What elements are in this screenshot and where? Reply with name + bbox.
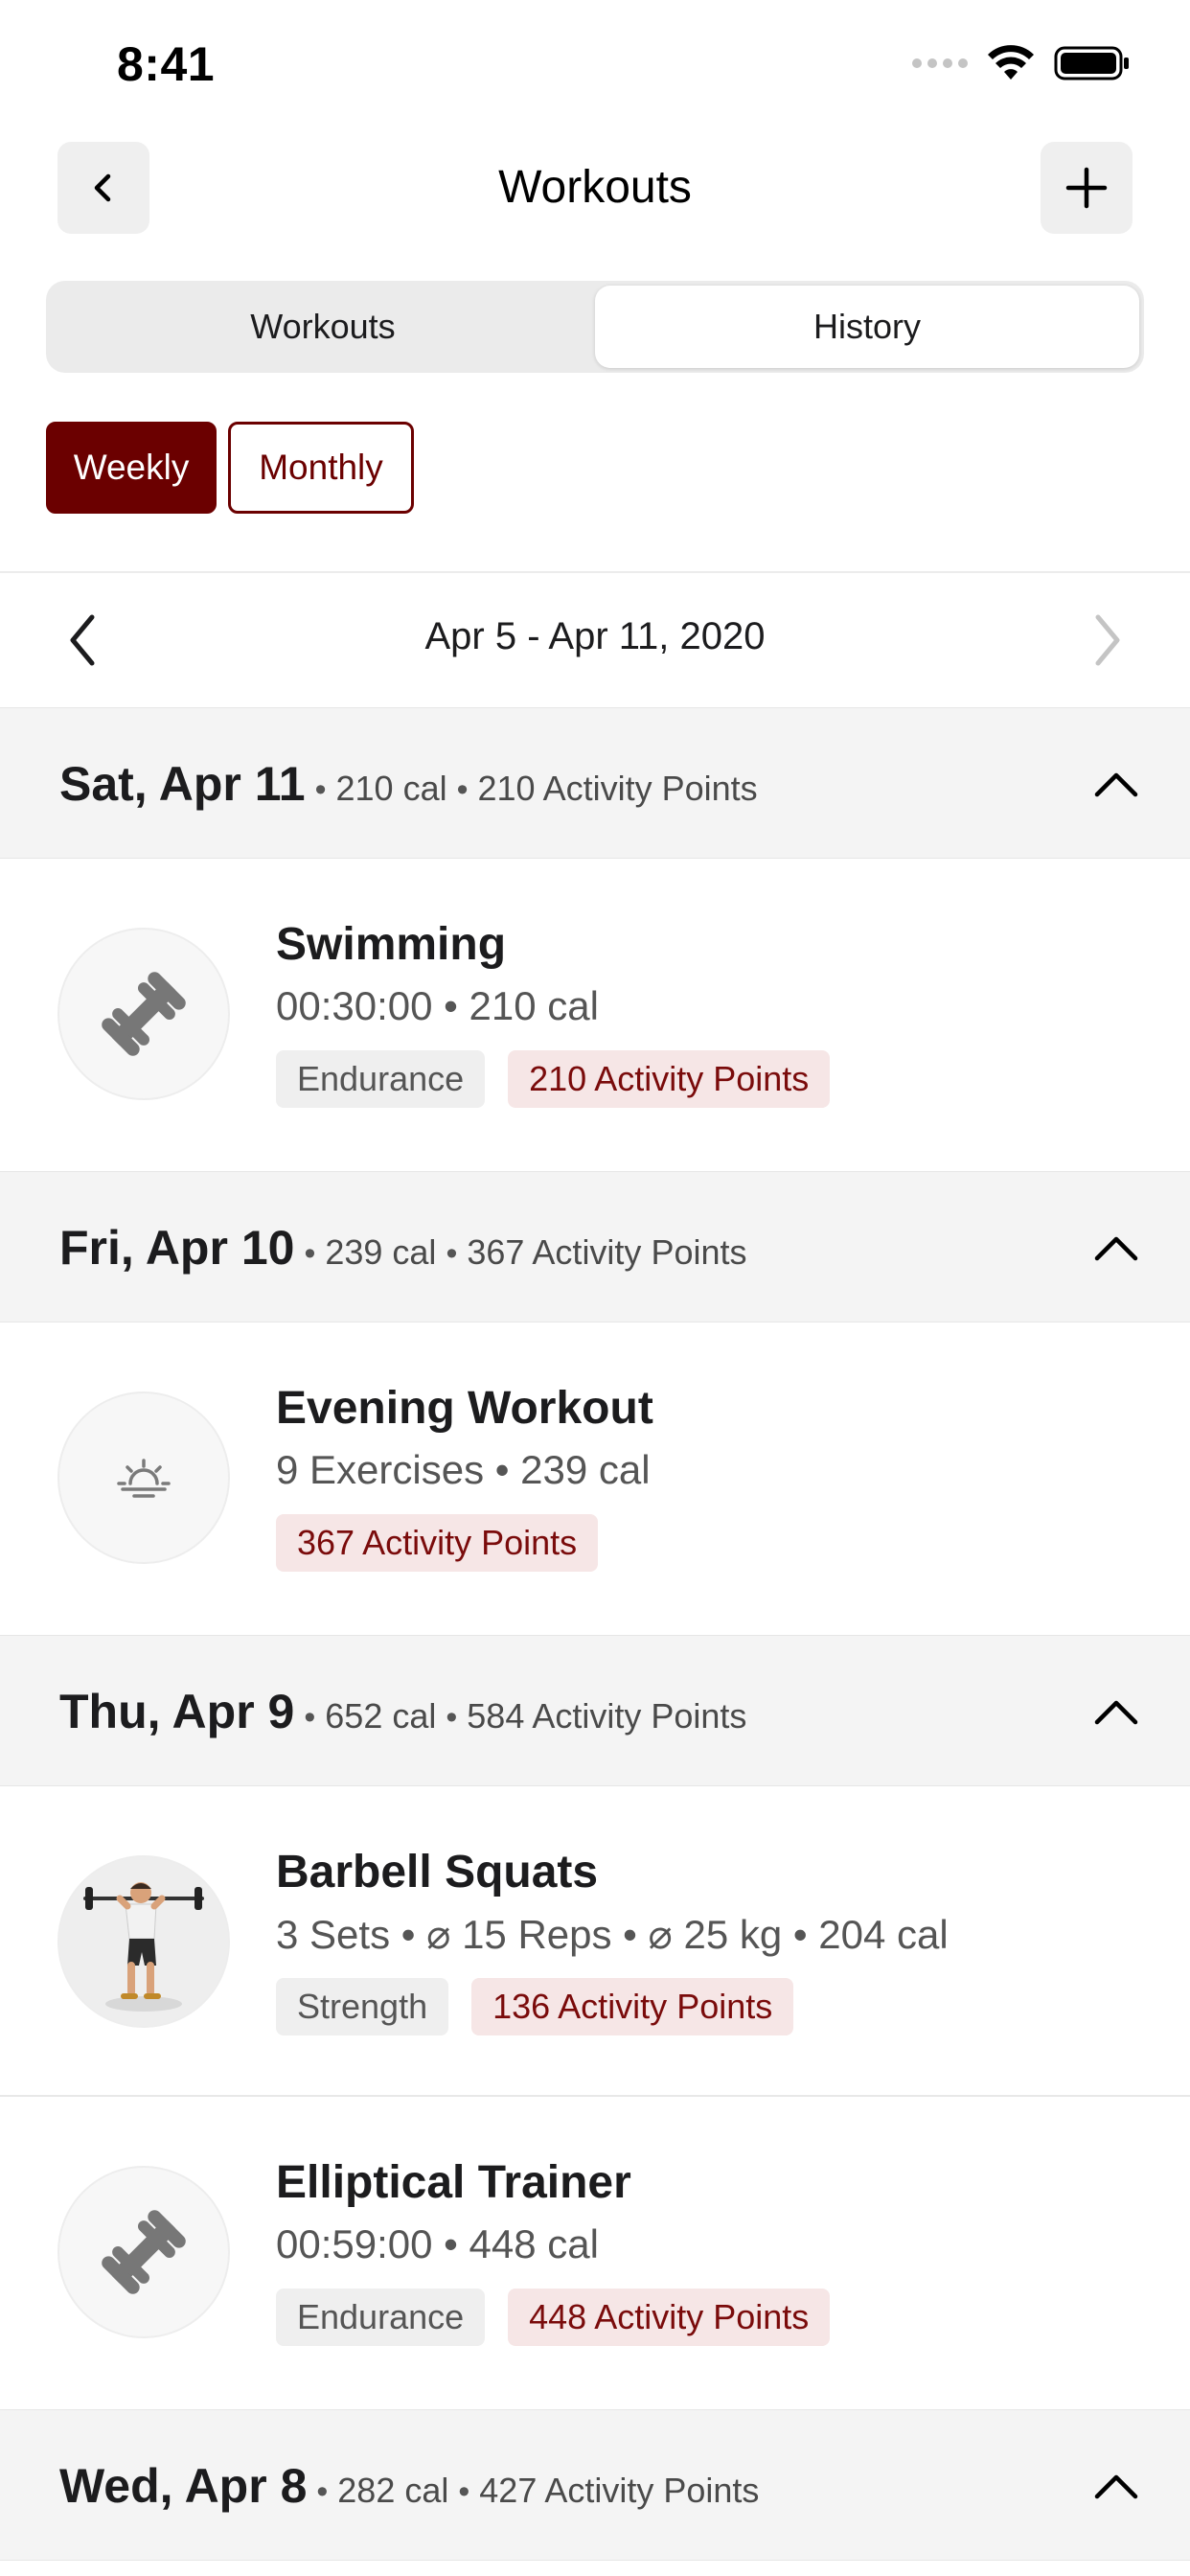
- week-range-label: Apr 5 - Apr 11, 2020: [424, 615, 766, 657]
- workout-thumbnail: [57, 2166, 230, 2338]
- battery-icon: [1054, 46, 1129, 80]
- day-date: Thu, Apr 9: [59, 1685, 295, 1738]
- separator-dot: •: [314, 771, 327, 808]
- workout-name: Barbell Squats: [276, 1847, 599, 1898]
- activity-points-tag: 136 Activity Points: [471, 1978, 794, 2036]
- day-calories: 652 cal: [325, 1696, 437, 1736]
- workout-name: Evening Workout: [276, 1383, 653, 1434]
- chevron-up-icon: [1094, 772, 1138, 797]
- day-date: Wed, Apr 8: [59, 2459, 308, 2513]
- workout-row[interactable]: Evening Workout 9 Exercises • 239 cal 36…: [0, 1322, 1190, 1635]
- plus-icon: [1065, 167, 1108, 209]
- activity-points-tag: 210 Activity Points: [508, 1050, 831, 1108]
- collapse-button[interactable]: [1088, 1684, 1144, 1739]
- weekly-button[interactable]: Weekly: [46, 422, 217, 514]
- tab-workouts[interactable]: Workouts: [51, 286, 595, 368]
- day-activity-points: 210 Activity Points: [477, 769, 758, 808]
- chevron-up-icon: [1094, 1236, 1138, 1261]
- collapse-button[interactable]: [1088, 2458, 1144, 2514]
- workout-tags: Endurance 448 Activity Points: [276, 2288, 831, 2346]
- separator-dot: •: [446, 1235, 458, 1272]
- day-activity-points: 367 Activity Points: [467, 1232, 747, 1272]
- workout-meta: 00:30:00 • 210 cal: [276, 983, 599, 1028]
- chevron-right-icon: [1095, 614, 1120, 666]
- workout-meta: 9 Exercises • 239 cal: [276, 1447, 651, 1492]
- day-section-header[interactable]: Fri, Apr 10 • 239 cal • 367 Activity Poi…: [0, 1171, 1190, 1322]
- sunset-icon: [117, 1459, 171, 1498]
- workout-meta: 00:59:00 • 448 cal: [276, 2221, 599, 2266]
- day-summary: Thu, Apr 9 • 652 cal • 584 Activity Poin…: [59, 1684, 746, 1739]
- separator-dot: •: [456, 771, 469, 808]
- day-activity-points: 584 Activity Points: [467, 1696, 747, 1736]
- day-section-header[interactable]: Sat, Apr 11 • 210 cal • 210 Activity Poi…: [0, 707, 1190, 859]
- workouts-history-screen: 8:41 Workouts Workouts History Weekly Mo…: [0, 0, 1190, 2576]
- workout-tags: Strength 136 Activity Points: [276, 1978, 794, 2036]
- separator-dot: •: [316, 2473, 329, 2510]
- collapse-button[interactable]: [1088, 1220, 1144, 1276]
- workout-type-tag: Endurance: [276, 1050, 486, 1108]
- separator-dot: •: [304, 1235, 316, 1272]
- tab-history[interactable]: History: [595, 286, 1139, 368]
- day-summary: Wed, Apr 8 • 282 cal • 427 Activity Poin…: [59, 2458, 759, 2514]
- day-calories: 282 cal: [337, 2471, 449, 2510]
- wifi-icon: [988, 45, 1034, 80]
- workout-name: Elliptical Trainer: [276, 2157, 631, 2208]
- status-time: 8:41: [117, 37, 216, 91]
- add-workout-button[interactable]: [1041, 142, 1133, 234]
- dumbbell-icon: [102, 2210, 186, 2294]
- workout-thumbnail: [57, 1855, 230, 2028]
- workout-meta: 3 Sets • ⌀ 15 Reps • ⌀ 25 kg • 204 cal: [276, 1912, 949, 1957]
- day-date: Sat, Apr 11: [59, 757, 306, 811]
- day-summary: Fri, Apr 10 • 239 cal • 367 Activity Poi…: [59, 1220, 747, 1276]
- signal-icon: [912, 58, 968, 68]
- view-segmented-control: Workouts History: [46, 281, 1144, 373]
- day-section-header[interactable]: Wed, Apr 8 • 282 cal • 427 Activity Poin…: [0, 2409, 1190, 2561]
- workout-thumbnail: [57, 928, 230, 1100]
- activity-points-tag: 448 Activity Points: [508, 2288, 831, 2346]
- workout-tags: Endurance 210 Activity Points: [276, 1050, 831, 1108]
- day-calories: 210 cal: [335, 769, 447, 808]
- workout-row[interactable]: Swimming 00:30:00 • 210 cal Endurance 21…: [0, 859, 1190, 1171]
- separator-dot: •: [446, 1699, 458, 1736]
- collapse-button[interactable]: [1088, 756, 1144, 812]
- monthly-button[interactable]: Monthly: [228, 422, 414, 514]
- workout-thumbnail: [57, 1392, 230, 1564]
- day-summary: Sat, Apr 11 • 210 cal • 210 Activity Poi…: [59, 756, 758, 812]
- workout-tags: 367 Activity Points: [276, 1514, 599, 1572]
- workout-name: Swimming: [276, 919, 507, 970]
- nav-header: Workouts: [0, 142, 1190, 238]
- chevron-up-icon: [1094, 2474, 1138, 2499]
- day-calories: 239 cal: [325, 1232, 437, 1272]
- period-toggle: Weekly Monthly: [46, 422, 414, 514]
- next-week-button[interactable]: [1079, 611, 1136, 669]
- day-activity-points: 427 Activity Points: [479, 2471, 760, 2510]
- page-title: Workouts: [498, 162, 692, 213]
- status-bar: 8:41: [0, 0, 1190, 129]
- workout-row[interactable]: Elliptical Trainer 00:59:00 • 448 cal En…: [0, 2097, 1190, 2409]
- week-navigator: Apr 5 - Apr 11, 2020: [0, 571, 1190, 707]
- chevron-up-icon: [1094, 1700, 1138, 1725]
- day-date: Fri, Apr 10: [59, 1221, 295, 1275]
- activity-points-tag: 367 Activity Points: [276, 1514, 599, 1572]
- workout-type-tag: Endurance: [276, 2288, 486, 2346]
- barbell-squat-figure: [83, 1882, 204, 2012]
- dumbbell-icon: [102, 972, 186, 1056]
- separator-dot: •: [458, 2473, 470, 2510]
- status-icons: [912, 44, 1131, 82]
- day-section-header[interactable]: Thu, Apr 9 • 652 cal • 584 Activity Poin…: [0, 1635, 1190, 1786]
- separator-dot: •: [304, 1699, 316, 1736]
- workout-type-tag: Strength: [276, 1978, 449, 2036]
- workout-row[interactable]: Barbell Squats 3 Sets • ⌀ 15 Reps • ⌀ 25…: [0, 1786, 1190, 2097]
